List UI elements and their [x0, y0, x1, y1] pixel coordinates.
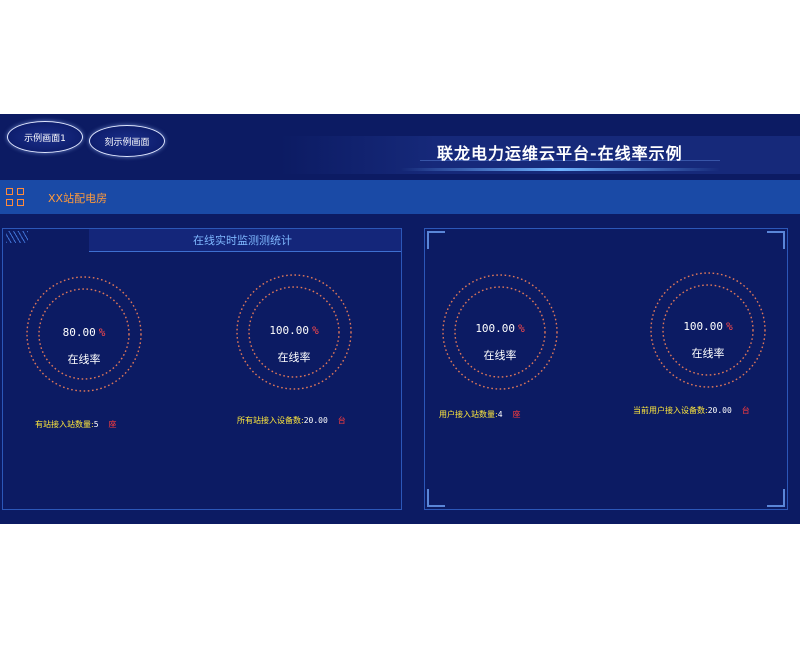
corner-decoration [427, 231, 445, 249]
stat-station-count: 有站接入站数量:5 座 [35, 420, 117, 429]
stat-device-count: 所有站接入设备数:20.00 台 [237, 416, 346, 425]
gauge-value: 100.00% [269, 324, 319, 337]
corner-decoration [767, 489, 785, 507]
stat-user-station-count: 用户接入站数量:4 座 [439, 410, 521, 419]
nav-button-example-1[interactable]: 示例画面1 [7, 121, 83, 153]
corner-decoration [427, 489, 445, 507]
panel-hatch-decoration [6, 231, 28, 243]
dashboard: 示例画面1 刻示例画面 联龙电力运维云平台-在线率示例 XX站配电房 在线实时监… [0, 114, 800, 524]
panel-online-statistics: 在线实时监测测统计 80.00% 在线率 100.00% 在线率 有站接入站数量… [2, 228, 402, 510]
gauge-label: 在线率 [277, 351, 311, 364]
station-bar: XX站配电房 [0, 180, 800, 214]
page-title: 联龙电力运维云平台-在线率示例 [437, 144, 683, 163]
nav-button-example-2[interactable]: 刻示例画面 [89, 125, 165, 157]
panel-user-statistics: 100.00% 在线率 100.00% 在线率 用户接入站数量:4 座 当前用户接… [424, 228, 788, 510]
grid-icon[interactable] [6, 188, 26, 208]
title-underline [400, 168, 720, 171]
gauge-value: 100.00% [683, 320, 733, 333]
gauge-label: 在线率 [67, 353, 101, 366]
gauge-online-rate: 100.00% 在线率 [441, 273, 559, 391]
gauge-online-rate: 80.00% 在线率 [25, 275, 143, 393]
gauge-label: 在线率 [483, 349, 517, 362]
gauge-online-rate: 100.00% 在线率 [649, 271, 767, 389]
station-name: XX站配电房 [48, 192, 108, 205]
gauge-online-rate: 100.00% 在线率 [235, 273, 353, 391]
gauge-value: 100.00% [475, 322, 525, 335]
corner-decoration [767, 231, 785, 249]
gauge-value: 80.00% [62, 326, 106, 339]
panel-title: 在线实时监测测统计 [193, 234, 292, 247]
stat-user-device-count: 当前用户接入设备数:20.00 台 [633, 406, 750, 415]
gauge-label: 在线率 [691, 347, 725, 360]
